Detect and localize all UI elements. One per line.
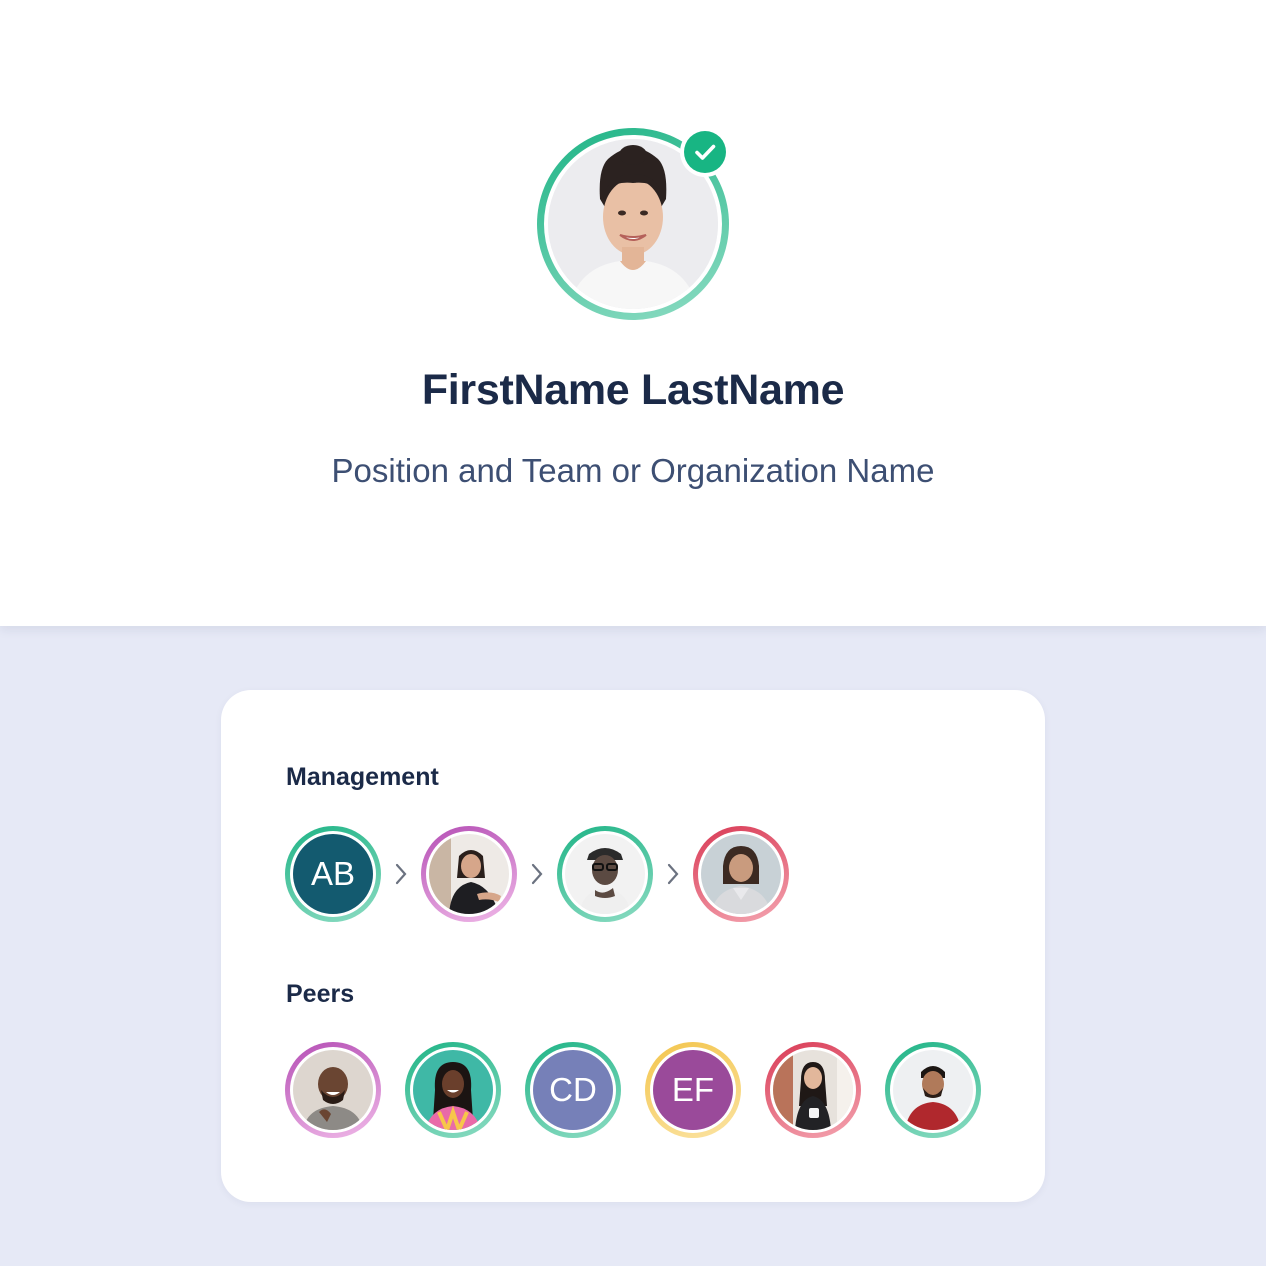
management-title: Management [286,763,439,791]
woman-mug-photo-icon [773,1050,853,1130]
woman-blazer-photo-icon [701,834,781,914]
peers-title: Peers [286,980,355,1008]
management-avatar-4[interactable] [693,826,789,922]
man-cap-glasses-photo-icon [565,834,645,914]
peer-avatar-cd[interactable]: CD [525,1042,621,1138]
profile-name: FirstName LastName [421,366,845,414]
peer-avatar-6[interactable] [885,1042,981,1138]
peer-avatar-ef[interactable]: EF [645,1042,741,1138]
chevron-right-icon [667,863,679,885]
man-red-shirt-photo-icon [893,1050,973,1130]
chevron-right-icon [531,863,543,885]
man-laughing-photo-icon [293,1050,373,1130]
peer-avatar-5[interactable] [765,1042,861,1138]
chevron-right-icon [395,863,407,885]
verified-badge [680,127,730,177]
woman-seated-photo-icon [429,834,509,914]
management-avatar-2[interactable] [421,826,517,922]
initials-cd: CD [533,1050,613,1130]
initials-ab: AB [293,834,373,914]
checkmark-icon [684,131,726,173]
peer-avatar-2[interactable] [405,1042,501,1138]
profile-position: Position and Team or Organization Name [331,452,935,489]
management-avatar-3[interactable] [557,826,653,922]
peer-avatar-1[interactable] [285,1042,381,1138]
initials-ef: EF [653,1050,733,1130]
management-avatar-ab[interactable]: AB [285,826,381,922]
woman-braids-photo-icon [413,1050,493,1130]
